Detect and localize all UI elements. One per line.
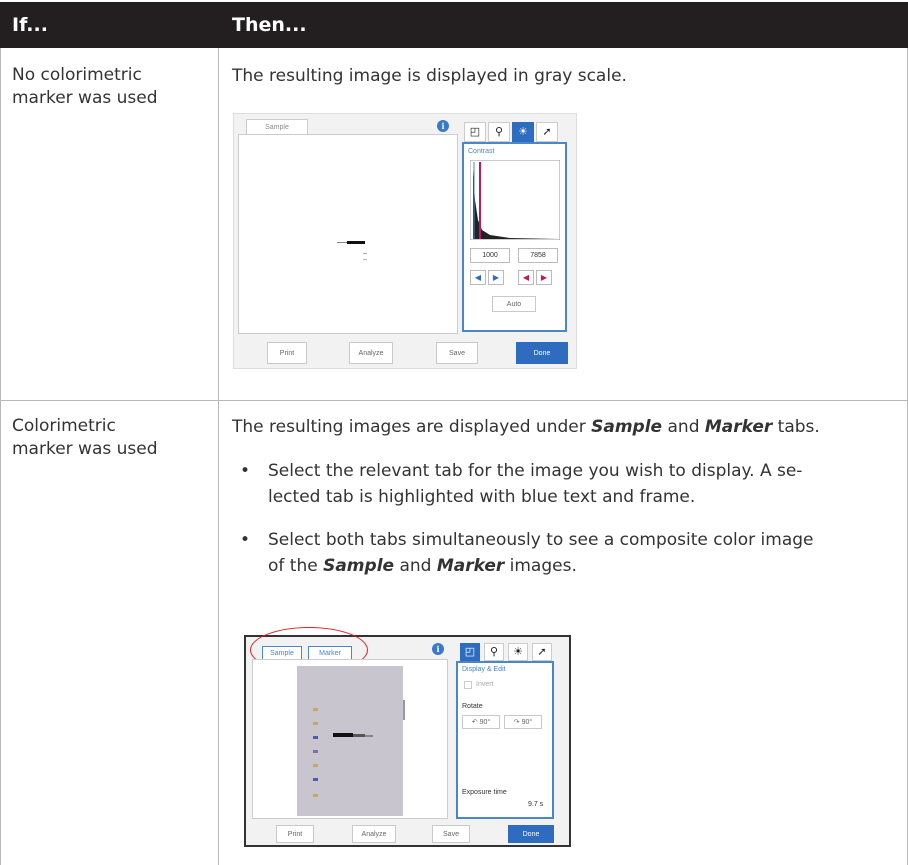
- zoom-icon[interactable]: ⚲: [488, 122, 510, 142]
- row1-if-line2: marker was used: [12, 88, 158, 108]
- table-left-border: [0, 48, 1, 865]
- screenshot-grayscale: Sample i ◰ ⚲ ☀ ➚ Contrast 1000 7858 ◀ ▶ …: [233, 113, 577, 369]
- rotate-left-button[interactable]: ↶ 90°: [462, 715, 500, 729]
- row2-if-line1: Colorimetric: [12, 416, 116, 436]
- done-button[interactable]: Done: [508, 825, 554, 843]
- exposure-value: 9.7 s: [528, 801, 544, 808]
- info-icon[interactable]: i: [437, 120, 449, 132]
- row1-then-text: The resulting image is displayed in gray…: [232, 66, 627, 86]
- max-left-arrow[interactable]: ◀: [518, 270, 534, 285]
- bullet1-line2: lected tab is highlighted with blue text…: [268, 487, 696, 507]
- bullet-dot: •: [240, 530, 251, 550]
- analyze-button[interactable]: Analyze: [352, 825, 396, 843]
- contrast-title: Contrast: [468, 148, 495, 155]
- image-pane: [252, 659, 448, 819]
- max-value-field[interactable]: 7858: [518, 248, 558, 263]
- exposure-label: Exposure time: [462, 789, 507, 796]
- bullet-dot: •: [240, 461, 251, 481]
- row2-if-cell: Colorimetric marker was used: [12, 415, 212, 461]
- screenshot-composite: Sample Marker i ◰ ⚲ ☀ ➚ Display & Edit I…: [244, 627, 571, 847]
- save-button[interactable]: Save: [436, 342, 478, 364]
- marker-emphasis: Marker: [704, 417, 773, 437]
- gel-image: [337, 241, 367, 260]
- print-button[interactable]: Print: [267, 342, 307, 364]
- zoom-icon[interactable]: ⚲: [484, 643, 504, 661]
- info-icon[interactable]: i: [432, 643, 444, 655]
- contrast-panel: Contrast 1000 7858 ◀ ▶ ◀ ▶ Auto: [462, 142, 567, 332]
- bullet-item-2: • Select both tabs simultaneously to see…: [232, 527, 894, 581]
- image-pane: [238, 134, 458, 334]
- pointer-icon[interactable]: ➚: [536, 122, 558, 142]
- auto-button[interactable]: Auto: [492, 296, 536, 312]
- row2-if-line2: marker was used: [12, 439, 158, 459]
- bullet2-line1: Select both tabs simultaneously to see a…: [268, 530, 814, 550]
- sample-tab[interactable]: Sample: [246, 119, 308, 135]
- rotate-right-button[interactable]: ↷ 90°: [504, 715, 542, 729]
- display-edit-icon[interactable]: ◰: [460, 643, 480, 661]
- display-edit-title: Display & Edit: [462, 666, 506, 673]
- header-if: If...: [12, 14, 48, 36]
- pointer-icon[interactable]: ➚: [532, 643, 552, 661]
- done-button[interactable]: Done: [516, 342, 568, 364]
- contrast-icon[interactable]: ☀: [508, 643, 528, 661]
- table-column-divider: [218, 48, 219, 865]
- bullet1-line1: Select the relevant tab for the image yo…: [268, 461, 803, 481]
- min-value-field[interactable]: 1000: [470, 248, 510, 263]
- bullet2-line2: of the Sample and Marker images.: [268, 556, 577, 576]
- save-button[interactable]: Save: [432, 825, 470, 843]
- print-button[interactable]: Print: [276, 825, 314, 843]
- header-then: Then...: [232, 14, 307, 36]
- min-left-arrow[interactable]: ◀: [470, 270, 486, 285]
- invert-label: Invert: [476, 681, 494, 688]
- histogram[interactable]: [470, 160, 560, 240]
- display-edit-icon[interactable]: ◰: [464, 122, 486, 142]
- min-right-arrow[interactable]: ▶: [488, 270, 504, 285]
- row1-if-line1: No colorimetric: [12, 65, 142, 85]
- composite-image: [297, 666, 405, 816]
- rotate-label: Rotate: [462, 703, 483, 710]
- row2-then-text: The resulting images are displayed under…: [232, 417, 820, 437]
- row1-if-cell: No colorimetric marker was used: [12, 64, 212, 110]
- bullet-item-1: • Select the relevant tab for the image …: [232, 458, 894, 512]
- row-divider: [0, 400, 908, 401]
- max-right-arrow[interactable]: ▶: [536, 270, 552, 285]
- analyze-button[interactable]: Analyze: [349, 342, 393, 364]
- sample-emphasis: Sample: [591, 417, 663, 437]
- display-edit-panel: Display & Edit Invert Rotate ↶ 90° ↷ 90°…: [456, 661, 554, 819]
- contrast-icon[interactable]: ☀: [512, 122, 534, 142]
- invert-checkbox[interactable]: [464, 681, 472, 689]
- table-header: If... Then...: [0, 2, 908, 48]
